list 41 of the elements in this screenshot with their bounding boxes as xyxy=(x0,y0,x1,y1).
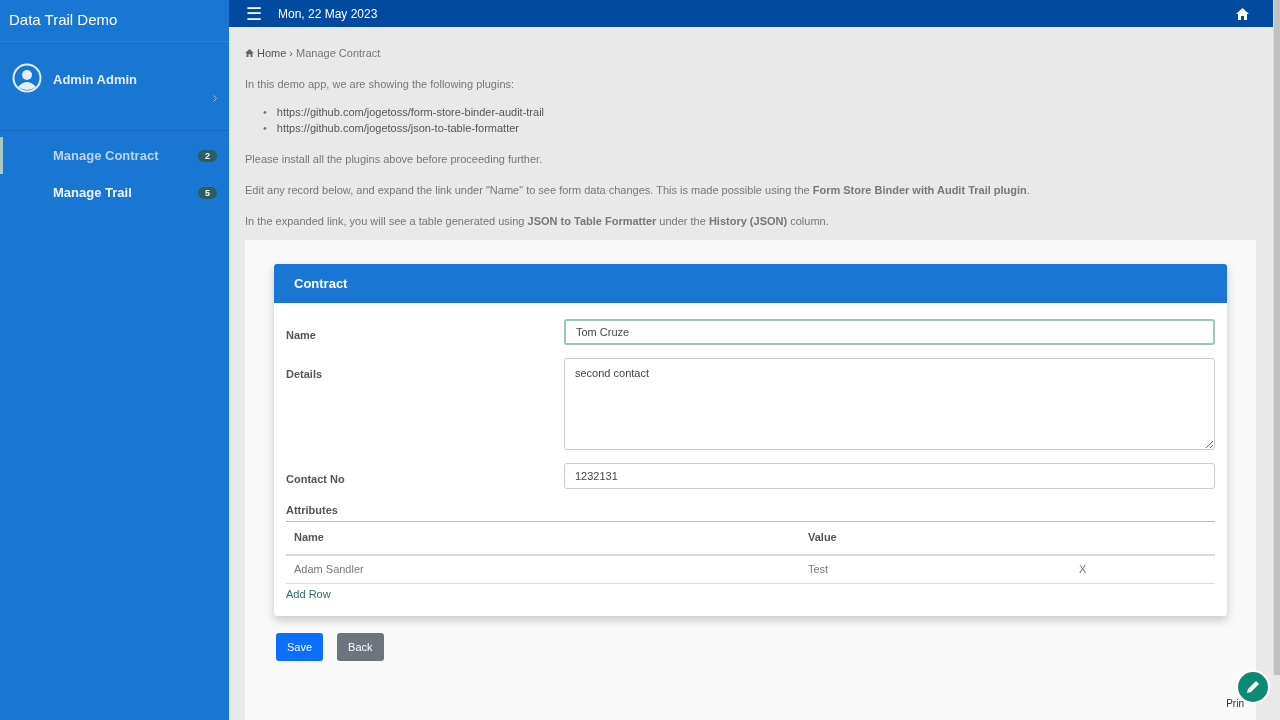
date-label: Mon, 22 May 2023 xyxy=(278,5,378,23)
menu-button[interactable]: ☰ xyxy=(246,4,262,23)
table-cell-text: Test xyxy=(808,561,830,577)
sidebar-item[interactable]: Manage Contract 2 xyxy=(0,137,229,174)
intro-text: In the expanded link, you will see a table generated using JSON to Table Formatter under the History (JSON) column. xyxy=(245,214,830,229)
home-icon[interactable] xyxy=(1236,7,1249,20)
plugin-link[interactable]: https://github.com/jogetoss/json-to-table-formatter xyxy=(276,120,519,136)
count-badge: 2 xyxy=(198,149,217,162)
intro-text: Please install all the plugins above before proceeding further. xyxy=(245,152,544,167)
add-row-link[interactable]: Add Row xyxy=(286,585,331,602)
app-title: Data Trail Demo xyxy=(9,10,118,31)
section-label: Attributes xyxy=(286,502,1215,522)
sidebar-item[interactable]: Manage Trail 5 xyxy=(0,174,229,211)
chevron-right-icon[interactable] xyxy=(213,95,217,102)
details-textarea[interactable]: second contact xyxy=(564,358,1215,450)
footer-text: Prin xyxy=(1226,697,1244,711)
input-field[interactable]: Tom Cruze xyxy=(564,319,1215,345)
intro-text: Edit any record below, and expand the link under "Name" to see form data changes. This is made possible using the Form Store Binder with Audit Trail plugin. xyxy=(245,183,1031,198)
pencil-icon xyxy=(1245,679,1261,695)
bullet: • xyxy=(263,105,267,120)
bullet: • xyxy=(263,121,267,136)
back-button[interactable]: Back xyxy=(337,633,384,661)
breadcrumb-link[interactable]: Home xyxy=(257,45,287,62)
table-cell-text: Adam Sandler xyxy=(293,561,365,577)
column-header: Name xyxy=(293,530,325,546)
field-label: Details xyxy=(286,367,324,382)
field-label: Name xyxy=(286,328,317,343)
intro-text: In this demo app, we are showing the following plugins: xyxy=(245,76,516,92)
home-icon xyxy=(245,49,254,58)
user-name[interactable]: Admin Admin xyxy=(53,70,137,90)
breadcrumb-separator: › xyxy=(289,46,293,61)
plugin-link[interactable]: https://github.com/jogetoss/form-store-binder-audit-trail xyxy=(276,104,545,120)
save-button[interactable]: Save xyxy=(276,633,324,661)
remove-row-button[interactable]: X xyxy=(1079,560,1087,578)
user-avatar-icon xyxy=(12,63,42,93)
count-badge: 5 xyxy=(198,186,217,199)
column-header: Value xyxy=(808,530,838,546)
form-title: Contract xyxy=(294,274,348,293)
breadcrumb-current: Manage Contract xyxy=(296,46,381,61)
field-label: Contact No xyxy=(286,472,346,487)
input-field[interactable]: 1232131 xyxy=(564,463,1215,489)
